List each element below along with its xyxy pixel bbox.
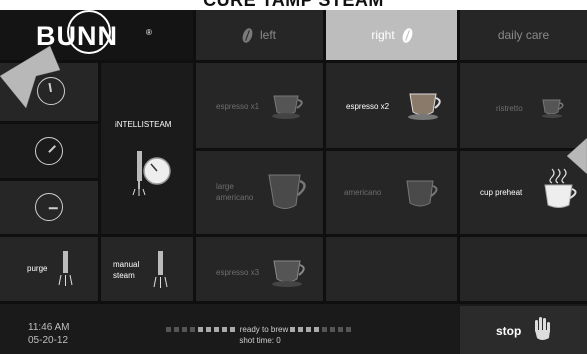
steam-gauge-3-button[interactable] [0, 181, 98, 234]
coffee-cup-icon [406, 180, 438, 207]
brew-status: ready to brew shot time: 0 [130, 324, 390, 346]
americano-button[interactable]: americano [326, 151, 457, 234]
intellisteam-panel[interactable]: iNTELLISTEAM [101, 63, 193, 234]
steam-wand-icon [153, 251, 168, 288]
coffee-bean-icon [240, 26, 255, 44]
stop-label: stop [496, 324, 522, 338]
tab-daily-care-label: daily care [497, 28, 550, 42]
large-americano-button[interactable]: large americano [196, 151, 323, 234]
callout-arrow [0, 45, 61, 109]
registered-mark: ® [146, 28, 152, 37]
gauge-icon [35, 137, 63, 165]
espresso-x2-label: espresso x2 [346, 102, 390, 111]
ristretto-button[interactable]: ristretto [460, 63, 587, 148]
clock: 11:46 AM 05-20-12 [28, 321, 70, 347]
tab-left[interactable]: left [196, 10, 323, 60]
steam-wand-icon [58, 251, 73, 286]
espresso-x1-button[interactable]: espresso x1 [196, 63, 323, 148]
espresso-x1-label: espresso x1 [216, 102, 260, 111]
empty-slot [326, 237, 457, 301]
americano-label: americano [344, 188, 382, 197]
purge-label: purge [27, 264, 48, 273]
stop-button[interactable]: stop [460, 306, 587, 354]
hand-stop-icon [535, 317, 550, 340]
espresso-cup-icon [408, 93, 441, 120]
tab-right[interactable]: right [326, 10, 457, 60]
callout-arrow [567, 138, 587, 175]
tab-right-label: right [371, 28, 395, 42]
espresso-x3-label: espresso x3 [216, 268, 260, 277]
espresso-cup-icon [272, 260, 305, 287]
coffee-bean-icon [400, 26, 414, 44]
large-americano-label: large americano [216, 182, 254, 202]
intellisteam-label: iNTELLISTEAM [115, 120, 172, 129]
manual-steam-button[interactable]: manual steam [101, 237, 193, 301]
espresso-x3-button[interactable]: espresso x3 [196, 237, 323, 301]
progress-indicator-left [165, 324, 238, 335]
purge-button[interactable]: purge [0, 237, 98, 301]
empty-slot [460, 237, 587, 301]
cup-preheat-label: cup preheat [480, 188, 523, 197]
time-display: 11:46 AM [28, 322, 70, 333]
banner-title: CURE TAMP STEAM [203, 0, 384, 10]
steam-wand-thermometer-icon [132, 151, 171, 196]
ristretto-label: ristretto [496, 104, 523, 113]
shot-time: shot time: 0 [239, 336, 281, 346]
tab-left-label: left [259, 28, 276, 42]
gauge-icon [35, 193, 63, 221]
manual-steam-label: manual steam [113, 260, 140, 280]
status-text: ready to brew [239, 325, 289, 334]
brewer-touchscreen: BUNN ® left right daily care iNTELLISTEA… [0, 10, 587, 354]
tab-daily-care[interactable]: daily care [460, 10, 587, 60]
date-display: 05-20-12 [28, 335, 69, 346]
espresso-cup-icon [542, 99, 564, 118]
top-banner: CURE TAMP STEAM [0, 0, 587, 10]
coffee-cup-icon [268, 174, 306, 209]
steam-gauge-2-button[interactable] [0, 124, 98, 178]
espresso-cup-icon [272, 95, 303, 119]
progress-indicator-right [290, 324, 354, 335]
espresso-x2-button[interactable]: espresso x2 [326, 63, 457, 148]
